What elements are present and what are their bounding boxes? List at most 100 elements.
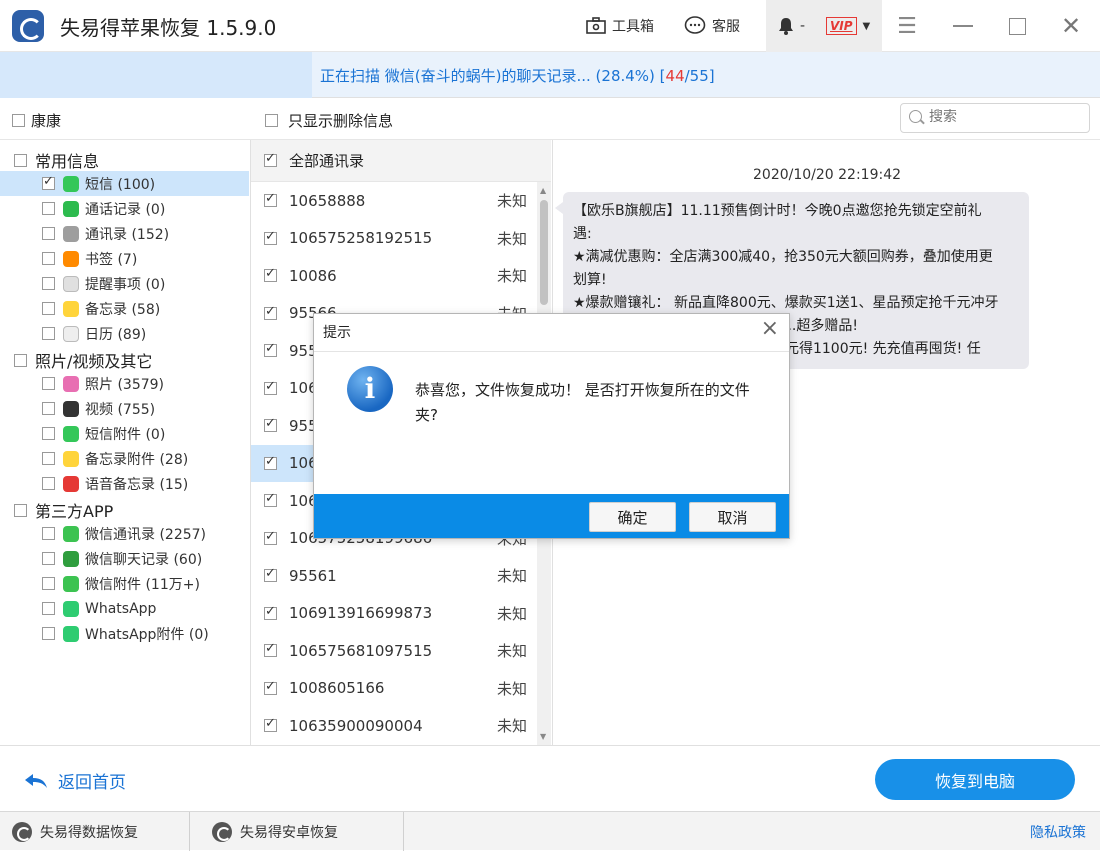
search-input[interactable] [929,109,1079,125]
category-item-checkbox[interactable] [42,402,55,415]
contact-row-checkbox[interactable] [264,529,277,545]
contact-row-checkbox[interactable] [264,566,277,583]
category-item-checkbox[interactable] [42,252,55,265]
category-item-checkbox[interactable] [42,552,55,565]
category-item-checkbox[interactable] [42,427,55,440]
confirm-button[interactable]: 确定 [589,502,676,532]
scroll-thumb[interactable] [540,200,548,305]
only-deleted-checkbox[interactable] [265,114,278,127]
contact-row-checkbox[interactable] [264,266,277,283]
contact-status: 未知 [496,679,527,698]
contact-row-checkbox[interactable] [264,491,277,508]
category-item[interactable]: 微信附件 (11万+) [0,571,249,596]
category-item-checkbox[interactable] [42,377,55,390]
category-item-checkbox[interactable] [42,174,55,190]
category-item-label: WhatsApp [85,600,157,617]
search-box[interactable] [900,103,1090,133]
contact-row[interactable]: 106575681097515 未知 [251,632,537,670]
service-label: 客服 [712,19,740,35]
category-checkbox[interactable] [14,353,27,367]
category-item[interactable]: 通话记录 (0) [0,196,249,221]
recover-to-computer-button[interactable]: 恢复到电脑 [875,759,1075,800]
contact-row-checkbox[interactable] [264,454,277,470]
category-item[interactable]: 提醒事项 (0) [0,271,249,296]
category-label: 常用信息 [35,152,100,171]
contact-row[interactable]: 10635900090004 未知 [251,707,537,745]
category-item[interactable]: 语音备忘录 (15) [0,471,249,496]
cancel-button[interactable]: 取消 [689,502,776,532]
contact-row-checkbox[interactable] [264,379,277,395]
contact-row-checkbox[interactable] [264,716,277,733]
category-header[interactable]: 第三方APP [14,498,113,522]
category-item[interactable]: 日历 (89) [0,321,249,346]
category-item[interactable]: 视频 (755) [0,396,249,421]
device-checkbox[interactable] [12,114,25,127]
category-item[interactable]: 短信附件 (0) [0,421,249,446]
contact-list-header[interactable]: 全部通讯录 [251,140,551,182]
dialog-button-bar: 确定 取消 [314,494,789,538]
vip-button[interactable]: VIP ▼ [826,0,870,52]
category-header[interactable]: 照片/视频及其它 [14,348,152,372]
category-item[interactable]: 照片 (3579) [0,371,249,396]
maximize-button[interactable] [994,0,1040,52]
category-item-checkbox[interactable] [42,452,55,465]
device-select[interactable]: 康康 [12,110,61,131]
contact-row[interactable]: 10086 未知 [251,257,537,295]
select-all-checkbox[interactable] [264,151,277,167]
scan-progress-total: /55] [684,67,715,85]
category-item-checkbox[interactable] [42,302,55,315]
category-item-checkbox[interactable] [42,527,55,540]
category-item[interactable]: 书签 (7) [0,246,249,271]
contact-row-checkbox[interactable] [264,191,277,208]
contact-row-checkbox[interactable] [264,641,277,658]
contact-row-checkbox[interactable] [264,341,277,358]
menu-button[interactable]: ☰ [884,0,930,52]
category-checkbox[interactable] [14,153,27,167]
category-checkbox[interactable] [14,503,27,517]
category-item-checkbox[interactable] [42,477,55,490]
contact-row[interactable]: 106913916699873 未知 [251,595,537,633]
category-item[interactable]: 微信聊天记录 (60) [0,546,249,571]
category-item-label: 视频 (755) [85,401,156,418]
notification-button[interactable]: - [778,0,805,52]
category-item-checkbox[interactable] [42,602,55,615]
contact-row[interactable]: 106575258192515 未知 [251,220,537,258]
category-item[interactable]: 通讯录 (152) [0,221,249,246]
data-recovery-link[interactable]: 失易得数据恢复 [0,812,190,851]
service-button[interactable]: 客服 [684,0,740,52]
wechat-attachment-icon [63,575,79,592]
category-item[interactable]: 短信 (100) [0,171,249,196]
back-home-button[interactable]: 返回首页 [24,768,126,793]
category-item-checkbox[interactable] [42,577,55,590]
contact-row-checkbox[interactable] [264,604,277,620]
minimize-button[interactable] [940,0,986,52]
category-item-checkbox[interactable] [42,627,55,640]
toolbox-button[interactable]: 工具箱 [586,0,654,52]
category-item[interactable]: 微信通讯录 (2257) [0,521,249,546]
category-item-checkbox[interactable] [42,327,55,340]
close-button[interactable]: ✕ [1048,0,1094,52]
android-recovery-link[interactable]: 失易得安卓恢复 [200,812,404,851]
dialog-close-icon[interactable]: × [761,316,779,341]
contact-row-checkbox[interactable] [264,229,277,245]
only-deleted-filter[interactable]: 只显示删除信息 [265,110,393,131]
contact-row-checkbox[interactable] [264,416,277,433]
scroll-up-icon[interactable]: ▲ [540,186,546,195]
message-line: 划算! [573,272,607,288]
category-item[interactable]: 备忘录附件 (28) [0,446,249,471]
category-item[interactable]: 备忘录 (58) [0,296,249,321]
category-item-checkbox[interactable] [42,227,55,240]
category-item-checkbox[interactable] [42,202,55,215]
title-bar: 失易得苹果恢复 1.5.9.0 工具箱 客服 - VIP ▼ ☰ ✕ [0,0,1100,52]
scroll-down-icon[interactable]: ▼ [540,732,546,741]
privacy-policy-link[interactable]: 隐私政策 [1030,822,1086,842]
category-item[interactable]: WhatsApp附件 (0) [0,621,249,646]
category-header[interactable]: 常用信息 [14,148,99,172]
contact-row[interactable]: 1008605166 未知 [251,670,537,708]
category-item-checkbox[interactable] [42,277,55,290]
category-item[interactable]: WhatsApp [0,596,249,621]
contact-row[interactable]: 95561 未知 [251,557,537,595]
contact-row-checkbox[interactable] [264,679,277,695]
contact-row[interactable]: 10658888 未知 [251,182,537,220]
contact-row-checkbox[interactable] [264,304,277,320]
